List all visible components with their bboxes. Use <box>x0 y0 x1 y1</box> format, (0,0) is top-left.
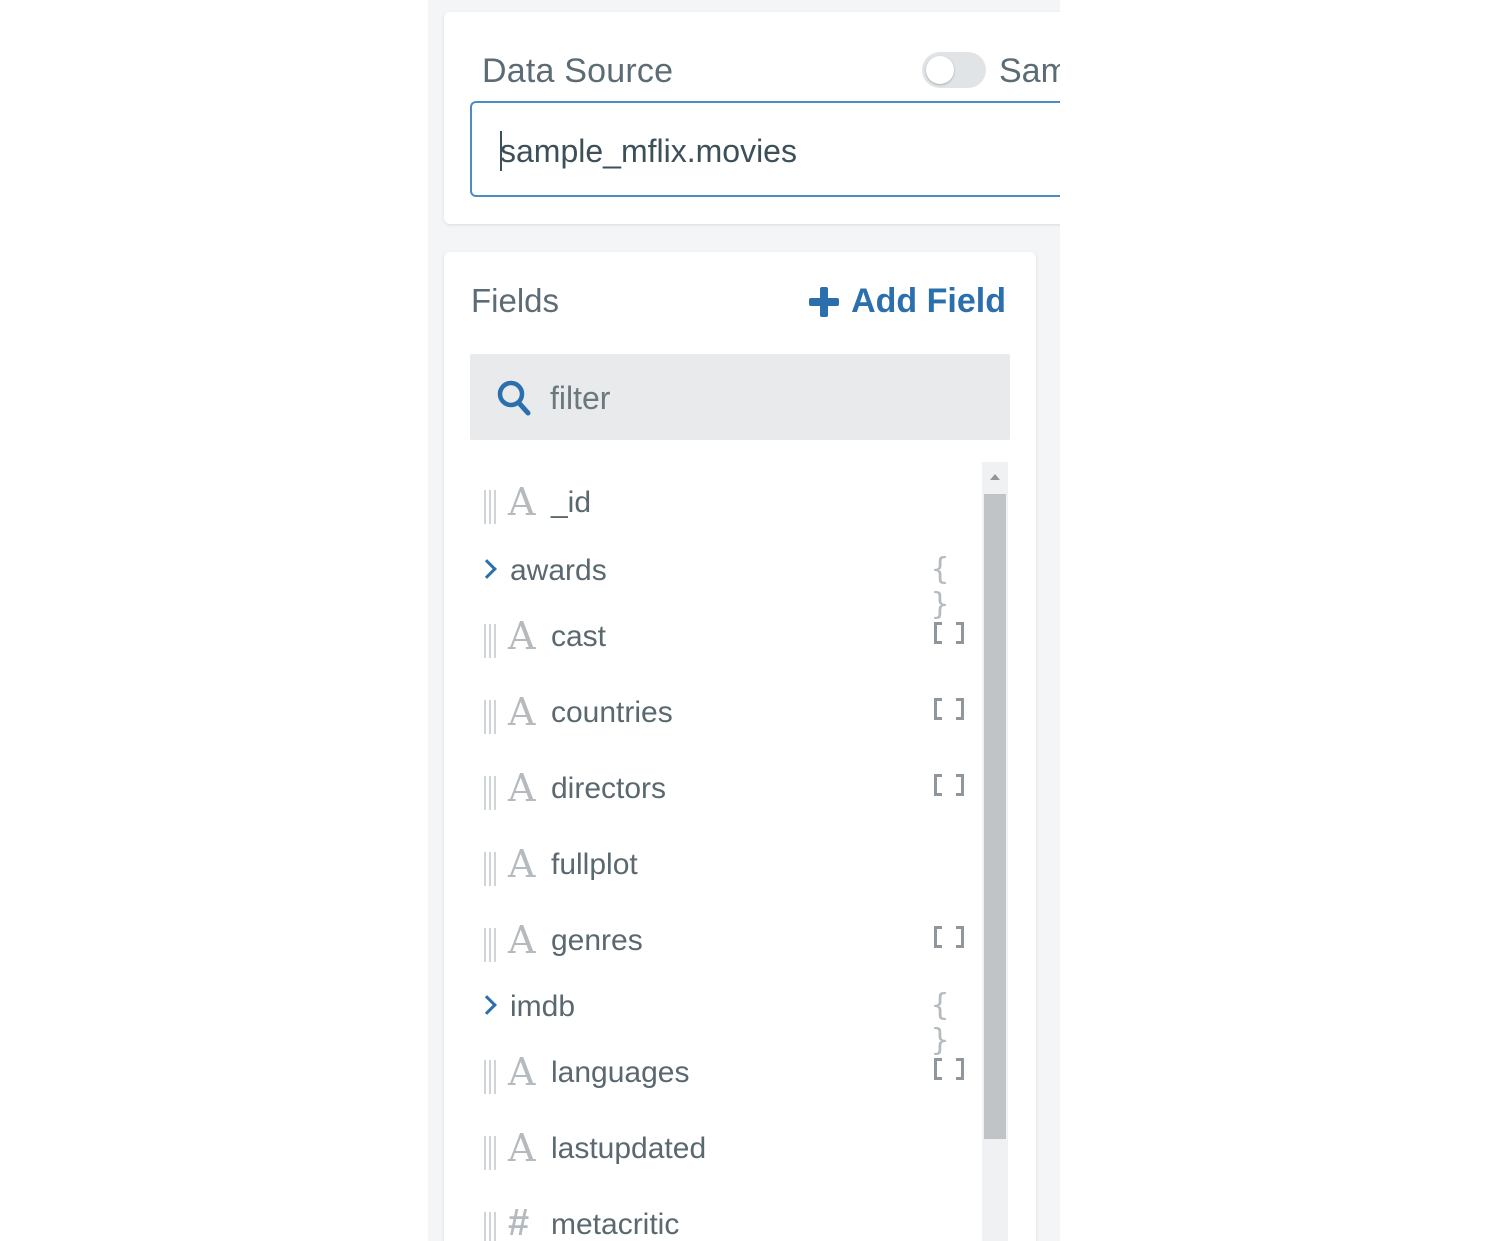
field-name: imdb <box>510 990 576 1023</box>
field-row-lastupdated[interactable]: A lastupdated <box>444 1126 974 1188</box>
field-row-directors[interactable]: A directors <box>444 766 974 828</box>
field-row-imdb[interactable]: imdb { } <box>444 986 974 1058</box>
field-row-awards[interactable]: awards { } <box>444 550 974 622</box>
field-row-metacritic[interactable]: # metacritic <box>444 1202 974 1241</box>
side-panel: Data Source Sam sample_mflix.movies Fiel… <box>428 0 1060 1241</box>
chevron-right-icon[interactable] <box>477 995 497 1015</box>
filter-box <box>470 354 1010 440</box>
string-type-icon: A <box>508 480 536 524</box>
field-row-languages[interactable]: A languages <box>444 1050 974 1112</box>
string-type-icon: A <box>508 842 536 886</box>
string-type-icon: A <box>508 766 536 810</box>
search-icon <box>497 380 531 416</box>
scrollbar-thumb[interactable] <box>984 494 1006 1139</box>
chevron-right-icon[interactable] <box>477 559 497 579</box>
field-name: languages <box>551 1056 690 1089</box>
array-badge-icon <box>934 622 964 650</box>
field-row-cast[interactable]: A cast <box>444 614 974 676</box>
field-name: metacritic <box>551 1208 680 1241</box>
field-name: lastupdated <box>551 1132 707 1165</box>
field-row-fullplot[interactable]: A fullplot <box>444 842 974 904</box>
array-badge-icon <box>934 698 964 726</box>
field-name: directors <box>551 772 667 805</box>
drag-handle-icon[interactable] <box>484 776 496 810</box>
field-name: _id <box>551 486 592 519</box>
string-type-icon: A <box>508 690 536 734</box>
data-source-value: sample_mflix.movies <box>500 133 797 169</box>
field-name: countries <box>551 696 673 729</box>
field-row-genres[interactable]: A genres <box>444 918 974 980</box>
string-type-icon: A <box>508 614 536 658</box>
data-source-card: Data Source Sam sample_mflix.movies <box>444 12 1060 224</box>
drag-handle-icon[interactable] <box>484 1212 496 1241</box>
field-name: awards <box>510 554 607 587</box>
sample-toggle-label: Sam <box>999 52 1060 90</box>
array-badge-icon <box>934 1058 964 1086</box>
field-name: cast <box>551 620 607 653</box>
fields-card: Fields Add Field A _id awards { } <box>444 252 1036 1241</box>
object-badge-icon: { } <box>931 988 950 1058</box>
scroll-up-arrow-icon[interactable] <box>990 474 1000 480</box>
field-name: genres <box>551 924 643 957</box>
plus-icon <box>809 286 840 317</box>
string-type-icon: A <box>508 1050 536 1094</box>
drag-handle-icon[interactable] <box>484 624 496 658</box>
data-source-label: Data Source <box>482 52 674 90</box>
drag-handle-icon[interactable] <box>484 1136 496 1170</box>
string-type-icon: A <box>508 918 536 962</box>
string-type-icon: A <box>508 1126 536 1170</box>
drag-handle-icon[interactable] <box>484 1060 496 1094</box>
drag-handle-icon[interactable] <box>484 852 496 886</box>
field-row-countries[interactable]: A countries <box>444 690 974 752</box>
field-name: fullplot <box>551 848 638 881</box>
drag-handle-icon[interactable] <box>484 700 496 734</box>
add-field-button[interactable]: Add Field <box>809 282 1006 321</box>
scrollbar[interactable] <box>982 462 1008 1241</box>
filter-input[interactable] <box>548 374 992 422</box>
text-caret <box>500 131 502 171</box>
toggle-knob <box>926 56 954 84</box>
array-badge-icon <box>934 926 964 954</box>
object-badge-icon: { } <box>931 552 950 622</box>
number-type-icon: # <box>508 1202 530 1241</box>
field-row-id[interactable]: A _id <box>444 480 974 542</box>
data-source-input[interactable]: sample_mflix.movies <box>470 101 1060 197</box>
drag-handle-icon[interactable] <box>484 490 496 524</box>
sample-toggle[interactable] <box>922 52 986 88</box>
fields-title: Fields <box>471 282 560 319</box>
array-badge-icon <box>934 774 964 802</box>
add-field-label: Add Field <box>851 282 1006 320</box>
drag-handle-icon[interactable] <box>484 928 496 962</box>
